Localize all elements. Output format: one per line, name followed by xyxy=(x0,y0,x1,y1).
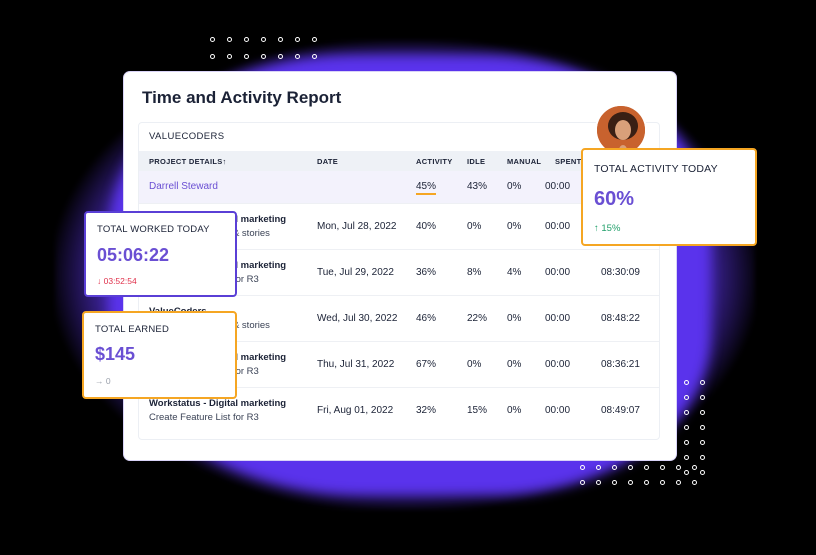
row-activity: 40% xyxy=(416,221,437,232)
row-idle: 0% xyxy=(467,359,482,370)
row-date: Thu, Jul 31, 2022 xyxy=(317,359,395,370)
row-spent: 00:00 xyxy=(545,267,571,278)
total-worked-label: TOTAL WORKED TODAY xyxy=(97,224,210,235)
row-manual: 0% xyxy=(507,405,522,416)
row-total: 08:30:09 xyxy=(601,267,640,278)
row-date: Wed, Jul 30, 2022 xyxy=(317,313,398,324)
row-date: Tue, Jul 29, 2022 xyxy=(317,267,394,278)
report-title: Time and Activity Report xyxy=(142,88,342,107)
row-total: 08:49:07 xyxy=(601,405,640,416)
col-spent[interactable]: SPENT xyxy=(555,157,582,166)
dot-grid-top xyxy=(210,37,329,59)
row-manual: 0% xyxy=(507,221,522,232)
row-total: 08:48:22 xyxy=(601,313,640,324)
row-activity: 46% xyxy=(416,313,437,324)
row-spent: 00:00 xyxy=(545,313,571,324)
row-manual: 0% xyxy=(507,359,522,370)
row-activity: 67% xyxy=(416,359,437,370)
row-date: Fri, Aug 01, 2022 xyxy=(317,405,394,416)
row-idle: 15% xyxy=(467,405,488,416)
user-name[interactable]: Darrell Steward xyxy=(149,181,218,192)
company-name: VALUECODERS xyxy=(149,131,225,142)
row-activity: 32% xyxy=(416,405,437,416)
total-earned-card: TOTAL EARNED $145 → 0 xyxy=(82,311,237,399)
total-activity-delta: ↑ 15% xyxy=(594,223,621,234)
total-activity-value: 60% xyxy=(594,188,635,210)
row-task: Create Feature List for R3 xyxy=(149,412,259,423)
dot-grid-right xyxy=(684,380,716,475)
total-earned-delta: → 0 xyxy=(95,376,111,386)
total-activity-card: TOTAL ACTIVITY TODAY 60% ↑ 15% xyxy=(581,148,757,246)
col-date[interactable]: DATE xyxy=(317,157,338,166)
summary-activity: 45% xyxy=(416,181,437,195)
row-manual: 0% xyxy=(507,313,522,324)
total-worked-card: TOTAL WORKED TODAY 05:06:22 ↓ 03:52:54 xyxy=(84,211,237,297)
summary-manual: 0% xyxy=(507,181,522,192)
total-worked-value: 05:06:22 xyxy=(97,245,170,265)
col-manual[interactable]: MANUAL xyxy=(507,157,541,166)
total-activity-label: TOTAL ACTIVITY TODAY xyxy=(594,163,718,175)
col-idle[interactable]: IDLE xyxy=(467,157,485,166)
row-spent: 00:00 xyxy=(545,405,571,416)
summary-spent: 00:00 xyxy=(545,181,571,192)
row-total: 08:36:21 xyxy=(601,359,640,370)
col-project-details[interactable]: PROJECT DETAILS↑ xyxy=(149,157,227,166)
row-spent: 00:00 xyxy=(545,221,571,232)
col-activity[interactable]: ACTIVITY xyxy=(416,157,453,166)
sort-arrow-icon: ↑ xyxy=(222,157,227,166)
dot-grid-bottom xyxy=(580,465,708,485)
row-date: Mon, Jul 28, 2022 xyxy=(317,221,397,232)
row-manual: 4% xyxy=(507,267,522,278)
row-idle: 8% xyxy=(467,267,482,278)
row-project: Workstatus - Digital marketing xyxy=(149,398,287,409)
row-spent: 00:00 xyxy=(545,359,571,370)
total-earned-value: $145 xyxy=(95,344,136,364)
row-idle: 22% xyxy=(467,313,488,324)
total-worked-delta: ↓ 03:52:54 xyxy=(97,276,137,286)
row-activity: 36% xyxy=(416,267,437,278)
row-idle: 0% xyxy=(467,221,482,232)
total-earned-label: TOTAL EARNED xyxy=(95,324,170,335)
summary-idle: 43% xyxy=(467,181,488,192)
